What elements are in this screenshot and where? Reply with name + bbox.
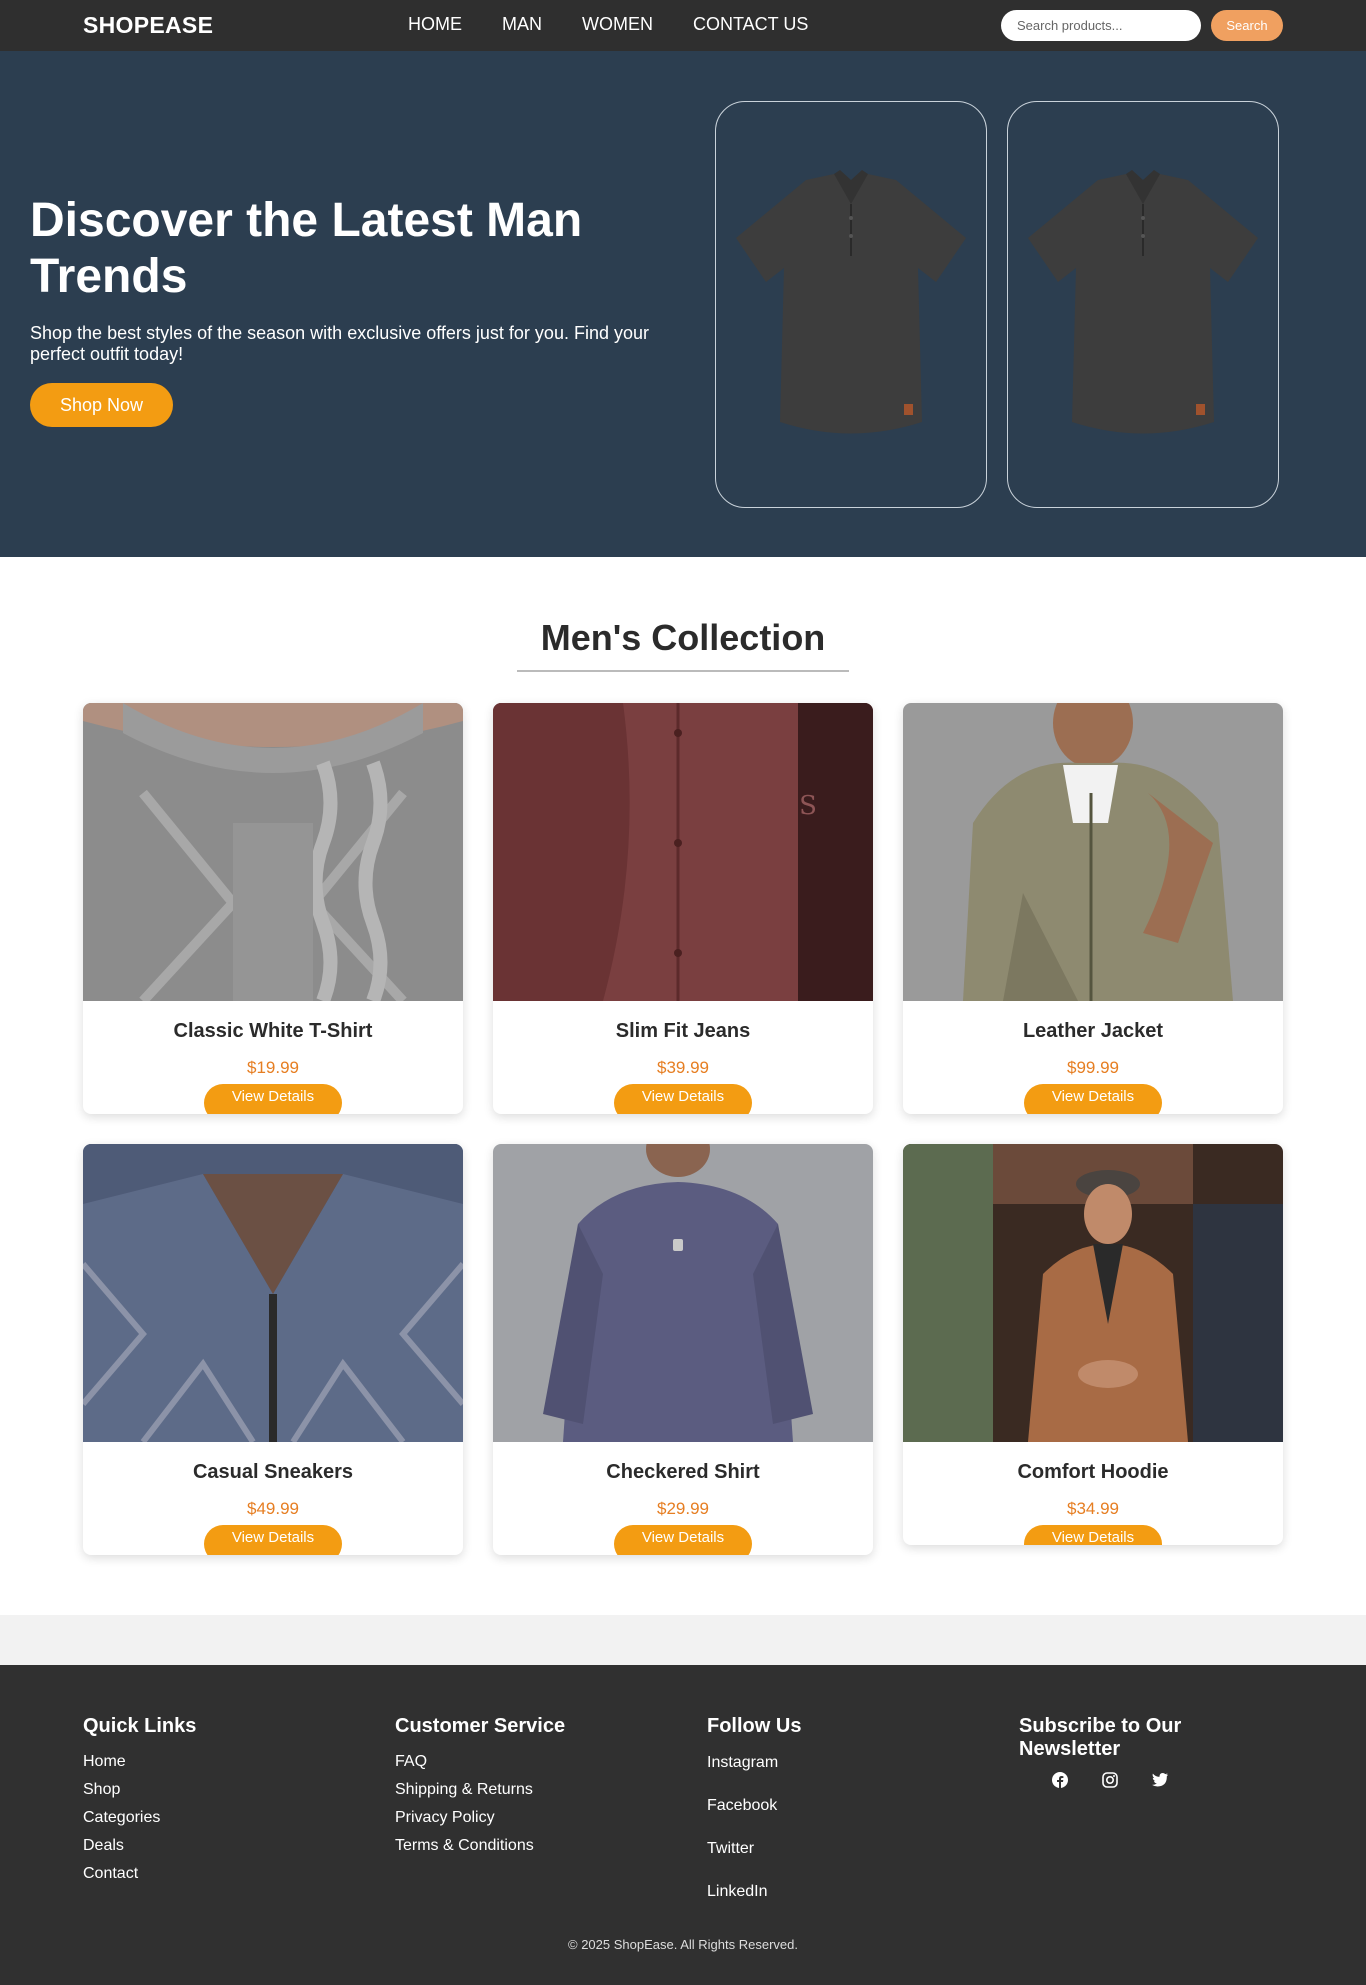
view-details-button[interactable]: View Details xyxy=(1024,1084,1162,1114)
nav-link-man[interactable]: MAN xyxy=(502,14,542,35)
footer-link-facebook[interactable]: Facebook xyxy=(707,1797,777,1814)
product-card[interactable]: Casual Sneakers $49.99 View Details xyxy=(83,1144,463,1555)
customer-service-heading: Customer Service xyxy=(395,1715,566,1737)
footer-link-shop[interactable]: Shop xyxy=(83,1781,120,1798)
instagram-icon[interactable] xyxy=(1098,1768,1122,1792)
nav-link-home[interactable]: HOME xyxy=(408,14,462,35)
product-price: $34.99 xyxy=(1067,1499,1119,1518)
view-details-button[interactable]: View Details xyxy=(614,1084,752,1114)
product-price: $29.99 xyxy=(657,1499,709,1518)
svg-text:S: S xyxy=(799,791,817,821)
product-image xyxy=(903,703,1283,1001)
footer-link-terms[interactable]: Terms & Conditions xyxy=(395,1837,534,1854)
product-image: S xyxy=(493,703,873,1001)
navbar: SHOPEASE HOME MAN WOMEN CONTACT US Searc… xyxy=(0,0,1366,51)
footer-link-instagram[interactable]: Instagram xyxy=(707,1754,778,1771)
hero-product-card[interactable] xyxy=(1007,101,1279,508)
quick-links-column: Quick Links Home Shop Categories Deals C… xyxy=(83,1715,196,1888)
product-price: $39.99 xyxy=(657,1058,709,1077)
footer-link-linkedin[interactable]: LinkedIn xyxy=(707,1883,768,1900)
follow-us-heading: Follow Us xyxy=(707,1715,802,1737)
view-details-button[interactable]: View Details xyxy=(614,1525,752,1555)
product-card[interactable]: Classic White T-Shirt $19.99 View Detail… xyxy=(83,703,463,1114)
product-name: Leather Jacket xyxy=(1022,1020,1164,1042)
product-price: $19.99 xyxy=(247,1058,299,1077)
section-title: Men's Collection xyxy=(540,617,826,658)
view-details-button[interactable]: View Details xyxy=(204,1525,342,1555)
mens-collection: Men's Collection Classic White T-Shirt $… xyxy=(0,557,1366,1615)
newsletter-heading: Subscribe to Our Newsletter xyxy=(1019,1715,1182,1760)
footer-link-contact[interactable]: Contact xyxy=(83,1865,138,1882)
title-divider xyxy=(517,670,849,672)
site-footer: Quick Links Home Shop Categories Deals C… xyxy=(0,1665,1366,1985)
brand-logo[interactable]: SHOPEASE xyxy=(83,12,213,39)
product-name: Classic White T-Shirt xyxy=(173,1020,373,1042)
search-button[interactable]: Search xyxy=(1211,10,1283,41)
footer-link-privacy[interactable]: Privacy Policy xyxy=(395,1809,495,1826)
product-image xyxy=(903,1144,1283,1442)
newsletter-column: Subscribe to Our Newsletter xyxy=(1019,1715,1259,1761)
product-card[interactable]: S Slim Fit Jeans $39.99 View Details xyxy=(493,703,873,1114)
copyright-text: © 2025 ShopEase. All Rights Reserved. xyxy=(568,1937,798,1952)
hero-banner: Discover the Latest Man Trends Shop the … xyxy=(0,51,1366,557)
twitter-icon[interactable] xyxy=(1148,1768,1172,1792)
hero-title: Discover the Latest Man Trends xyxy=(30,194,583,303)
view-details-button[interactable]: View Details xyxy=(204,1084,342,1114)
hero-subtitle: Shop the best styles of the season with … xyxy=(30,323,649,364)
nav-link-women[interactable]: WOMEN xyxy=(582,14,653,35)
nav-link-contact[interactable]: CONTACT US xyxy=(693,14,808,35)
product-card[interactable]: Comfort Hoodie $34.99 View Details xyxy=(903,1144,1283,1545)
polo-shirt-image xyxy=(1028,169,1258,433)
product-price: $49.99 xyxy=(247,1499,299,1518)
footer-link-categories[interactable]: Categories xyxy=(83,1809,160,1826)
product-price: $99.99 xyxy=(1067,1058,1119,1077)
product-card[interactable]: Leather Jacket $99.99 View Details xyxy=(903,703,1283,1114)
view-details-button[interactable]: View Details xyxy=(1024,1525,1162,1545)
footer-spacer xyxy=(0,1615,1366,1665)
product-image xyxy=(493,1144,873,1442)
hero-product-card[interactable] xyxy=(715,101,987,508)
product-card[interactable]: Checkered Shirt $29.99 View Details xyxy=(493,1144,873,1555)
facebook-icon[interactable] xyxy=(1048,1768,1072,1792)
product-image xyxy=(83,703,463,1001)
search-input[interactable] xyxy=(1001,10,1201,41)
footer-link-home[interactable]: Home xyxy=(83,1753,126,1770)
footer-link-faq[interactable]: FAQ xyxy=(395,1753,427,1770)
polo-shirt-image xyxy=(736,169,966,433)
footer-link-deals[interactable]: Deals xyxy=(83,1837,124,1854)
footer-link-shipping[interactable]: Shipping & Returns xyxy=(395,1781,533,1798)
quick-links-heading: Quick Links xyxy=(83,1715,197,1737)
product-name: Comfort Hoodie xyxy=(1017,1461,1169,1483)
product-name: Casual Sneakers xyxy=(192,1461,354,1483)
product-image xyxy=(83,1144,463,1442)
follow-us-column: Follow Us Instagram Facebook Twitter Lin… xyxy=(707,1715,801,1913)
product-name: Slim Fit Jeans xyxy=(615,1020,751,1042)
product-name: Checkered Shirt xyxy=(606,1461,760,1483)
social-icons xyxy=(1048,1768,1172,1792)
shop-now-button[interactable]: Shop Now xyxy=(30,383,173,427)
customer-service-column: Customer Service FAQ Shipping & Returns … xyxy=(395,1715,565,1860)
footer-link-twitter[interactable]: Twitter xyxy=(707,1840,754,1857)
main-nav: HOME MAN WOMEN CONTACT US xyxy=(408,14,808,35)
